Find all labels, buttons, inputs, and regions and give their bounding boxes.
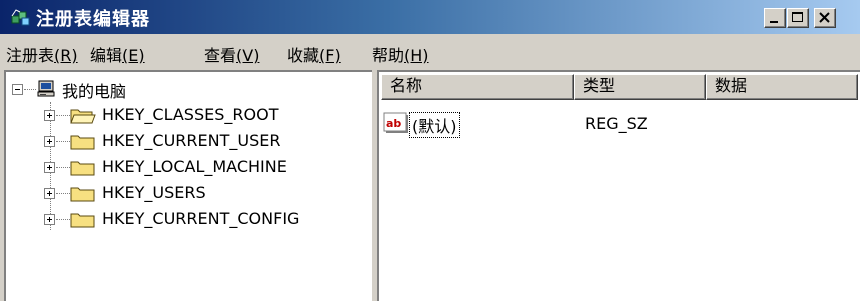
string-value-icon: ab [383,112,409,138]
menu-help-label: 帮助 [372,46,405,65]
menu-favorites-accel: (F) [319,46,341,65]
expand-icon[interactable] [44,162,55,173]
close-button[interactable] [814,8,836,28]
tree-item-label: HKEY_CURRENT_USER [102,131,281,150]
menu-favorites[interactable]: 收藏(F) [287,42,341,66]
minimize-button[interactable] [764,8,786,28]
menu-view-accel: (V) [236,46,260,65]
title-bar[interactable]: 注册表编辑器 [0,0,860,34]
folder-icon [70,210,96,234]
column-header-type[interactable]: 类型 [574,74,706,100]
menu-view[interactable]: 查看(V) [204,42,259,66]
folder-open-icon [70,106,96,130]
tree-item-hkey-current-config[interactable]: HKEY_CURRENT_CONFIG [6,209,306,233]
expand-icon[interactable] [44,136,55,147]
menu-edit[interactable]: 编辑(E) [90,42,145,66]
minimize-icon [770,21,778,23]
tree-item-hkey-local-machine[interactable]: HKEY_LOCAL_MACHINE [6,157,306,181]
tree-item-label: HKEY_CURRENT_CONFIG [102,209,300,228]
expand-icon[interactable] [44,214,55,225]
menu-edit-accel: (E) [122,46,145,65]
tree-root-label: 我的电脑 [62,82,127,101]
menu-registry-label: 注册表 [6,46,55,65]
svg-text:ab: ab [386,117,401,130]
value-row[interactable]: ab (默认) REG_SZ [383,112,853,138]
close-icon [819,12,830,23]
window-title: 注册表编辑器 [36,9,150,30]
menu-view-label: 查看 [204,46,237,65]
tree-item-hkey-classes-root[interactable]: HKEY_CLASSES_ROOT [6,105,306,129]
expand-icon[interactable] [44,110,55,121]
value-type: REG_SZ [585,114,648,133]
maximize-icon [792,12,803,22]
menu-help[interactable]: 帮助(H) [372,42,429,66]
tree-item-hkey-users[interactable]: HKEY_USERS [6,183,306,207]
menu-edit-label: 编辑 [90,46,123,65]
folder-icon [70,132,96,156]
folder-icon [70,158,96,182]
menu-favorites-label: 收藏 [287,46,320,65]
key-tree-pane[interactable]: 我的电脑 HKEY_CLASSES_ROOT HKEY_CURRENT_USER [4,70,372,301]
menu-registry[interactable]: 注册表(R) [6,42,78,66]
tree-connector [24,89,36,90]
column-header-name[interactable]: 名称 [381,74,574,100]
tree-item-label: HKEY_CLASSES_ROOT [102,105,279,124]
tree-item-hkey-current-user[interactable]: HKEY_CURRENT_USER [6,131,306,155]
regedit-icon[interactable] [10,7,32,27]
value-list-pane[interactable]: 名称 类型 数据 ab (默认) REG_SZ [377,70,860,301]
collapse-icon[interactable] [12,84,23,95]
regedit-window: 注册表编辑器 注册表(R) 编辑(E) 查看(V) 收藏(F) 帮助(H) 我的… [0,0,860,301]
expand-icon[interactable] [44,188,55,199]
column-header-data[interactable]: 数据 [706,74,858,100]
menu-registry-accel: (R) [54,46,78,65]
tree-item-label: HKEY_USERS [102,183,206,202]
folder-icon [70,184,96,208]
menu-bar: 注册表(R) 编辑(E) 查看(V) 收藏(F) 帮助(H) [0,38,860,66]
maximize-button[interactable] [787,8,809,28]
tree-item-label: HKEY_LOCAL_MACHINE [102,157,287,176]
menu-help-accel: (H) [404,46,429,65]
value-name: (默认) [409,112,460,138]
computer-icon [36,79,56,103]
